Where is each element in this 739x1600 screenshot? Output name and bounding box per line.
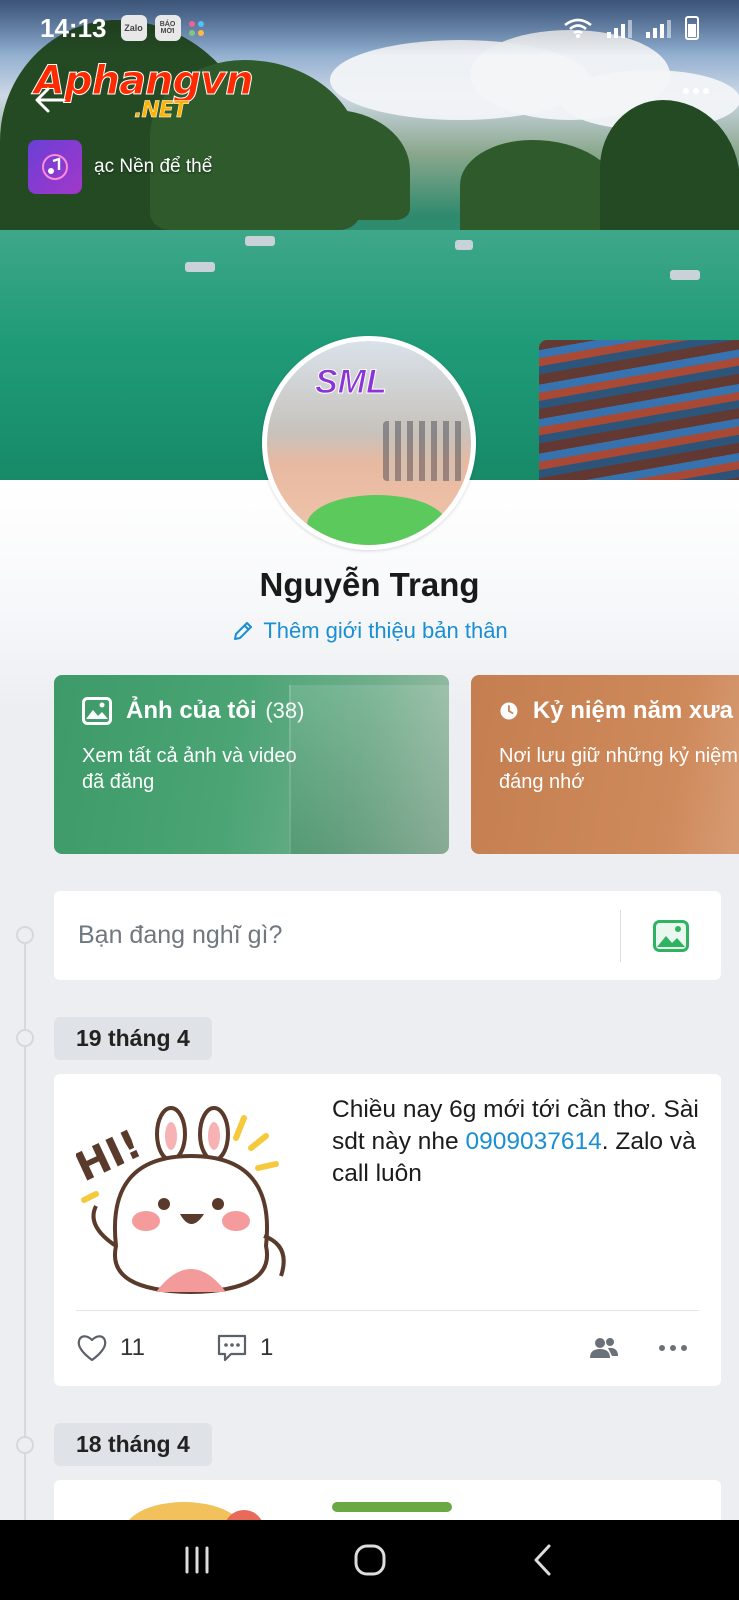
photo-icon: [653, 919, 689, 952]
heart-icon: [77, 1335, 107, 1362]
profile-music-chip[interactable]: ạc Nền để thể: [28, 140, 238, 194]
zalo-app-icon: Zalo: [120, 15, 147, 41]
home-icon: [354, 1544, 385, 1576]
post-actions: 11 1: [76, 1310, 699, 1386]
profile-name: Nguyễn Trang: [259, 566, 480, 603]
date-chip: 19 tháng 4: [54, 1017, 212, 1060]
wifi-icon: [564, 18, 592, 38]
post-text: Chiều nay 6g mới tới cần thơ. Sài sdt nà…: [332, 1094, 702, 1190]
comment-icon: [217, 1334, 247, 1362]
back-arrow-icon[interactable]: [30, 82, 70, 118]
avatar[interactable]: SML: [262, 336, 476, 550]
add-bio-link[interactable]: Thêm giới thiệu bản thân: [0, 618, 739, 644]
recent-apps-button[interactable]: [167, 1535, 227, 1585]
post-card[interactable]: HI! Chiều nay 6g mới tới cần thơ. Sài sd…: [54, 1074, 721, 1386]
memories-title: Kỷ niệm năm xưa: [532, 697, 733, 724]
comment-count: 1: [260, 1334, 274, 1361]
post-more-icon[interactable]: [659, 1345, 687, 1351]
timeline-dot: [16, 1436, 34, 1454]
timeline-dot: [16, 1029, 34, 1047]
bunny-hi-sticker: HI!: [76, 1106, 286, 1295]
timeline-line: [24, 935, 26, 1520]
music-title: ạc Nền để thể: [94, 156, 213, 177]
date-chip: 18 tháng 4: [54, 1423, 212, 1466]
back-nav-button[interactable]: [513, 1535, 573, 1585]
signal-2-icon: [646, 18, 671, 38]
back-nav-icon: [534, 1544, 550, 1576]
signal-icon: [607, 18, 632, 38]
timeline-dot: [16, 926, 34, 944]
my-photos-title: Ảnh của tôi: [126, 697, 257, 724]
phone-link[interactable]: 0909037614: [465, 1128, 601, 1155]
my-photos-card[interactable]: Ảnh của tôi (38) Xem tất cả ảnh và video…: [54, 675, 449, 854]
memories-card[interactable]: Kỷ niệm năm xưa Nơi lưu giữ những kỷ niệ…: [471, 675, 739, 854]
clock-icon: [500, 702, 518, 720]
my-photos-description: Xem tất cả ảnh và video đã đăng: [82, 745, 297, 793]
like-count: 11: [120, 1334, 145, 1361]
recent-apps-icon: [185, 1546, 208, 1574]
status-time: 14:13: [40, 12, 107, 43]
memories-description: Nơi lưu giữ những kỷ niệm đáng nhớ: [499, 745, 738, 793]
pencil-icon: [234, 622, 253, 640]
status-composer[interactable]: [54, 891, 721, 980]
more-dots-icon[interactable]: [683, 88, 709, 94]
system-nav-bar: [0, 1520, 739, 1600]
battery-icon: [685, 16, 699, 40]
status-bar: 14:13 Zalo BÁO MỚI: [0, 0, 739, 56]
baomoi-app-icon: BÁO MỚI: [154, 15, 181, 41]
status-input[interactable]: [54, 891, 620, 980]
add-bio-label: Thêm giới thiệu bản thân: [263, 618, 508, 643]
comment-button[interactable]: 1: [216, 1333, 273, 1363]
like-button[interactable]: 11: [76, 1333, 216, 1363]
notification-dots-icon: [188, 20, 211, 36]
friends-icon[interactable]: [589, 1336, 619, 1360]
my-photos-count: (38): [265, 698, 305, 723]
avatar-sticker: SML: [315, 363, 388, 402]
image-icon: [82, 697, 112, 725]
add-photo-button[interactable]: [621, 891, 721, 980]
watermark-suffix: .NET: [134, 98, 188, 124]
home-button[interactable]: [340, 1535, 400, 1585]
post-card[interactable]: [54, 1480, 721, 1520]
music-note-icon: [28, 140, 82, 194]
